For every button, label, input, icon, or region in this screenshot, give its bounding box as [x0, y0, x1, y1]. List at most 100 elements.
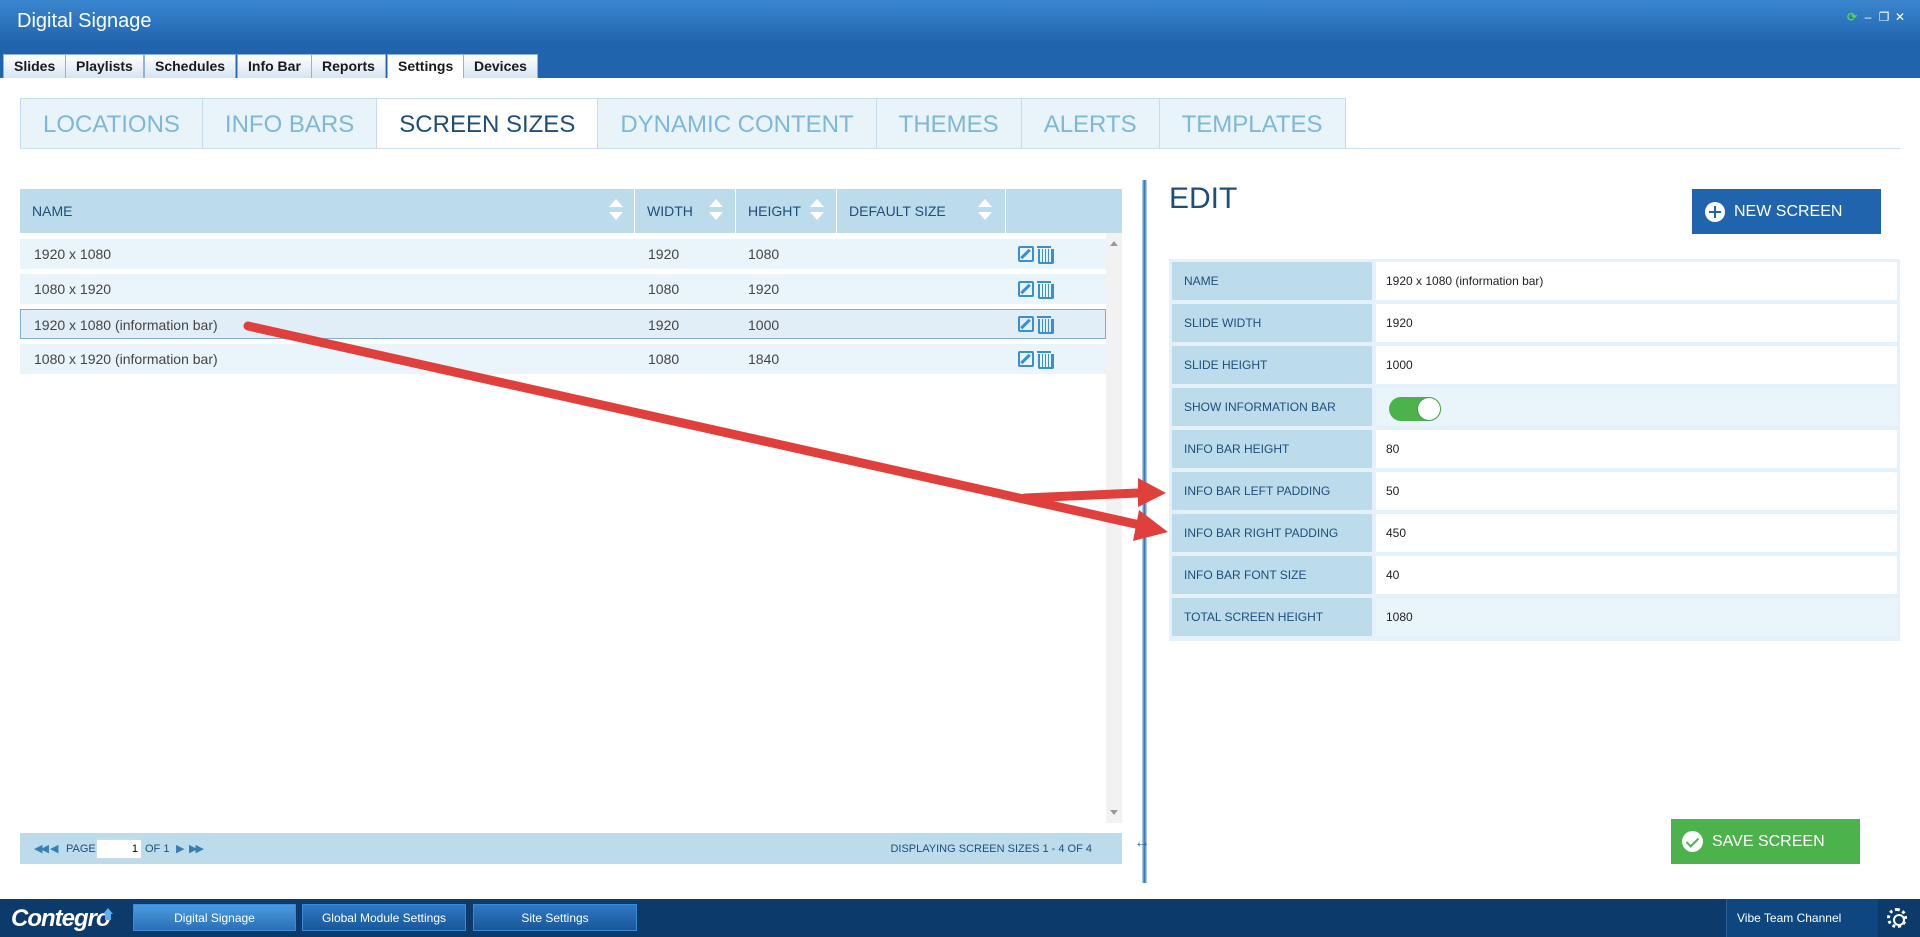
refresh-icon[interactable]: ⟳: [1846, 11, 1858, 23]
trash-icon[interactable]: [1037, 316, 1054, 334]
sort-name-icon[interactable]: [609, 199, 623, 223]
subtab-alerts[interactable]: ALERTS: [1020, 98, 1159, 149]
table-row-selected[interactable]: 1920 x 1080 (information bar) 1920 1000: [20, 309, 1106, 339]
tab-settings[interactable]: Settings: [387, 54, 465, 78]
window-controls: ⟳ – ❐ ✕: [1846, 11, 1906, 23]
tab-slides[interactable]: Slides: [3, 54, 67, 78]
tab-info-bar[interactable]: Info Bar: [237, 54, 312, 78]
app-title: Digital Signage: [17, 10, 152, 32]
field-label: INFO BAR LEFT PADDING: [1172, 472, 1372, 510]
edit-icon[interactable]: [1018, 246, 1034, 262]
field-info-bar-font-size: INFO BAR FONT SIZE 40: [1172, 556, 1897, 594]
taskbar-global-module-settings[interactable]: Global Module Settings: [302, 904, 466, 931]
grid-pager: ◀◀ ◀ PAGE OF 1 ▶ ▶▶ DISPLAYING SCREEN SI…: [20, 833, 1122, 864]
cell-name: 1920 x 1080: [34, 246, 112, 262]
page-label: PAGE: [66, 843, 96, 855]
cell-width: 1920: [648, 246, 680, 262]
subtab-templates[interactable]: TEMPLATES: [1158, 98, 1346, 149]
table-row[interactable]: 1920 x 1080 1920 1080: [20, 239, 1106, 269]
edit-icon[interactable]: [1018, 316, 1034, 332]
taskbar-site-settings[interactable]: Site Settings: [473, 904, 637, 931]
save-screen-size-label: SAVE SCREEN SIZE: [1712, 833, 1825, 895]
edit-icon[interactable]: [1018, 351, 1034, 367]
last-page-icon[interactable]: ▶▶: [189, 842, 204, 855]
home-icon[interactable]: [103, 908, 113, 923]
trash-icon[interactable]: [1037, 281, 1054, 299]
contegro-logo: Contegro: [11, 905, 111, 932]
table-row[interactable]: 1080 x 1920 (information bar) 1080 1840: [20, 344, 1106, 374]
info-bar-left-padding-input[interactable]: 50: [1376, 472, 1897, 510]
field-label: INFO BAR HEIGHT: [1172, 430, 1372, 468]
screen-sizes-grid: NAME WIDTH HEIGHT DEFAULT SIZE 1920 x 10…: [20, 189, 1122, 865]
taskbar: Contegro Digital Signage Global Module S…: [0, 899, 1920, 937]
scroll-up-icon[interactable]: [1110, 241, 1118, 246]
field-info-bar-left-padding: INFO BAR LEFT PADDING 50: [1172, 472, 1897, 510]
cell-height: 1920: [748, 281, 780, 297]
user-channel-button[interactable]: Vibe Team Channel: [1726, 899, 1878, 937]
field-label: TOTAL SCREEN HEIGHT: [1172, 598, 1372, 636]
trash-icon[interactable]: [1037, 351, 1054, 369]
slide-height-input[interactable]: 1000: [1376, 346, 1897, 384]
row-actions: [1018, 351, 1054, 369]
field-label: INFO BAR RIGHT PADDING: [1172, 514, 1372, 552]
grid-scrollbar[interactable]: [1106, 233, 1122, 823]
resize-handle-icon[interactable]: ↔: [1134, 834, 1150, 852]
field-info-bar-height: INFO BAR HEIGHT 80: [1172, 430, 1897, 468]
cell-height: 1000: [748, 317, 780, 333]
edit-icon[interactable]: [1018, 281, 1034, 297]
slide-width-input[interactable]: 1920: [1376, 304, 1897, 342]
tab-playlists[interactable]: Playlists: [65, 54, 144, 78]
row-actions: [1018, 246, 1054, 264]
cell-name: 1080 x 1920 (information bar): [34, 351, 218, 367]
prev-page-icon[interactable]: ◀: [50, 842, 59, 855]
subtab-info-bars[interactable]: INFO BARS: [201, 98, 377, 149]
column-header-actions: [1006, 189, 1122, 233]
gear-icon[interactable]: [1887, 908, 1907, 928]
field-slide-width: SLIDE WIDTH 1920: [1172, 304, 1897, 342]
subtab-screen-sizes[interactable]: SCREEN SIZES: [376, 98, 598, 149]
column-height-label: HEIGHT: [748, 203, 801, 219]
cell-name: 1080 x 1920: [34, 281, 112, 297]
next-page-icon[interactable]: ▶: [176, 842, 185, 855]
subtab-locations[interactable]: LOCATIONS: [20, 98, 202, 149]
trash-icon[interactable]: [1037, 246, 1054, 264]
field-label: SHOW INFORMATION BAR: [1172, 388, 1372, 426]
new-screen-size-button[interactable]: NEW SCREEN SIZE: [1692, 189, 1881, 265]
info-bar-height-input[interactable]: 80: [1376, 430, 1897, 468]
column-name-label: NAME: [32, 203, 73, 219]
tab-devices[interactable]: Devices: [463, 54, 538, 78]
subtab-dynamic-content[interactable]: DYNAMIC CONTENT: [597, 98, 876, 149]
tab-reports[interactable]: Reports: [311, 54, 386, 78]
cell-width: 1920: [648, 317, 680, 333]
sort-default-size-icon[interactable]: [978, 199, 992, 223]
cell-name: 1920 x 1080 (information bar): [34, 317, 218, 333]
table-row[interactable]: 1080 x 1920 1080 1920: [20, 274, 1106, 304]
column-default-size-label: DEFAULT SIZE: [849, 203, 946, 219]
scroll-down-icon[interactable]: [1110, 810, 1118, 815]
row-actions: [1018, 281, 1054, 299]
first-page-icon[interactable]: ◀◀: [34, 842, 49, 855]
pager-status: DISPLAYING SCREEN SIZES 1 - 4 OF 4: [890, 843, 1092, 855]
close-icon[interactable]: ✕: [1894, 11, 1906, 23]
total-screen-height-value: 1080: [1376, 598, 1897, 636]
sort-height-icon[interactable]: [810, 199, 824, 223]
tab-schedules[interactable]: Schedules: [144, 54, 237, 78]
field-slide-height: SLIDE HEIGHT 1000: [1172, 346, 1897, 384]
column-header-name[interactable]: NAME: [20, 189, 635, 233]
name-input[interactable]: 1920 x 1080 (information bar): [1376, 262, 1897, 300]
show-information-bar-toggle[interactable]: [1389, 397, 1441, 421]
check-circle-icon: [1682, 831, 1703, 852]
field-label: NAME: [1172, 262, 1372, 300]
save-screen-size-button[interactable]: SAVE SCREEN SIZE: [1671, 819, 1860, 895]
info-bar-font-size-input[interactable]: 40: [1376, 556, 1897, 594]
row-actions: [1018, 316, 1054, 334]
minimize-icon[interactable]: –: [1862, 11, 1874, 23]
panel-splitter[interactable]: [1142, 180, 1147, 883]
subtab-themes[interactable]: THEMES: [875, 98, 1021, 149]
page-number-input[interactable]: [96, 839, 142, 859]
restore-icon[interactable]: ❐: [1878, 11, 1890, 23]
info-bar-right-padding-input[interactable]: 450: [1376, 514, 1897, 552]
field-label: INFO BAR FONT SIZE: [1172, 556, 1372, 594]
sort-width-icon[interactable]: [709, 199, 723, 223]
taskbar-digital-signage[interactable]: Digital Signage: [133, 904, 296, 931]
